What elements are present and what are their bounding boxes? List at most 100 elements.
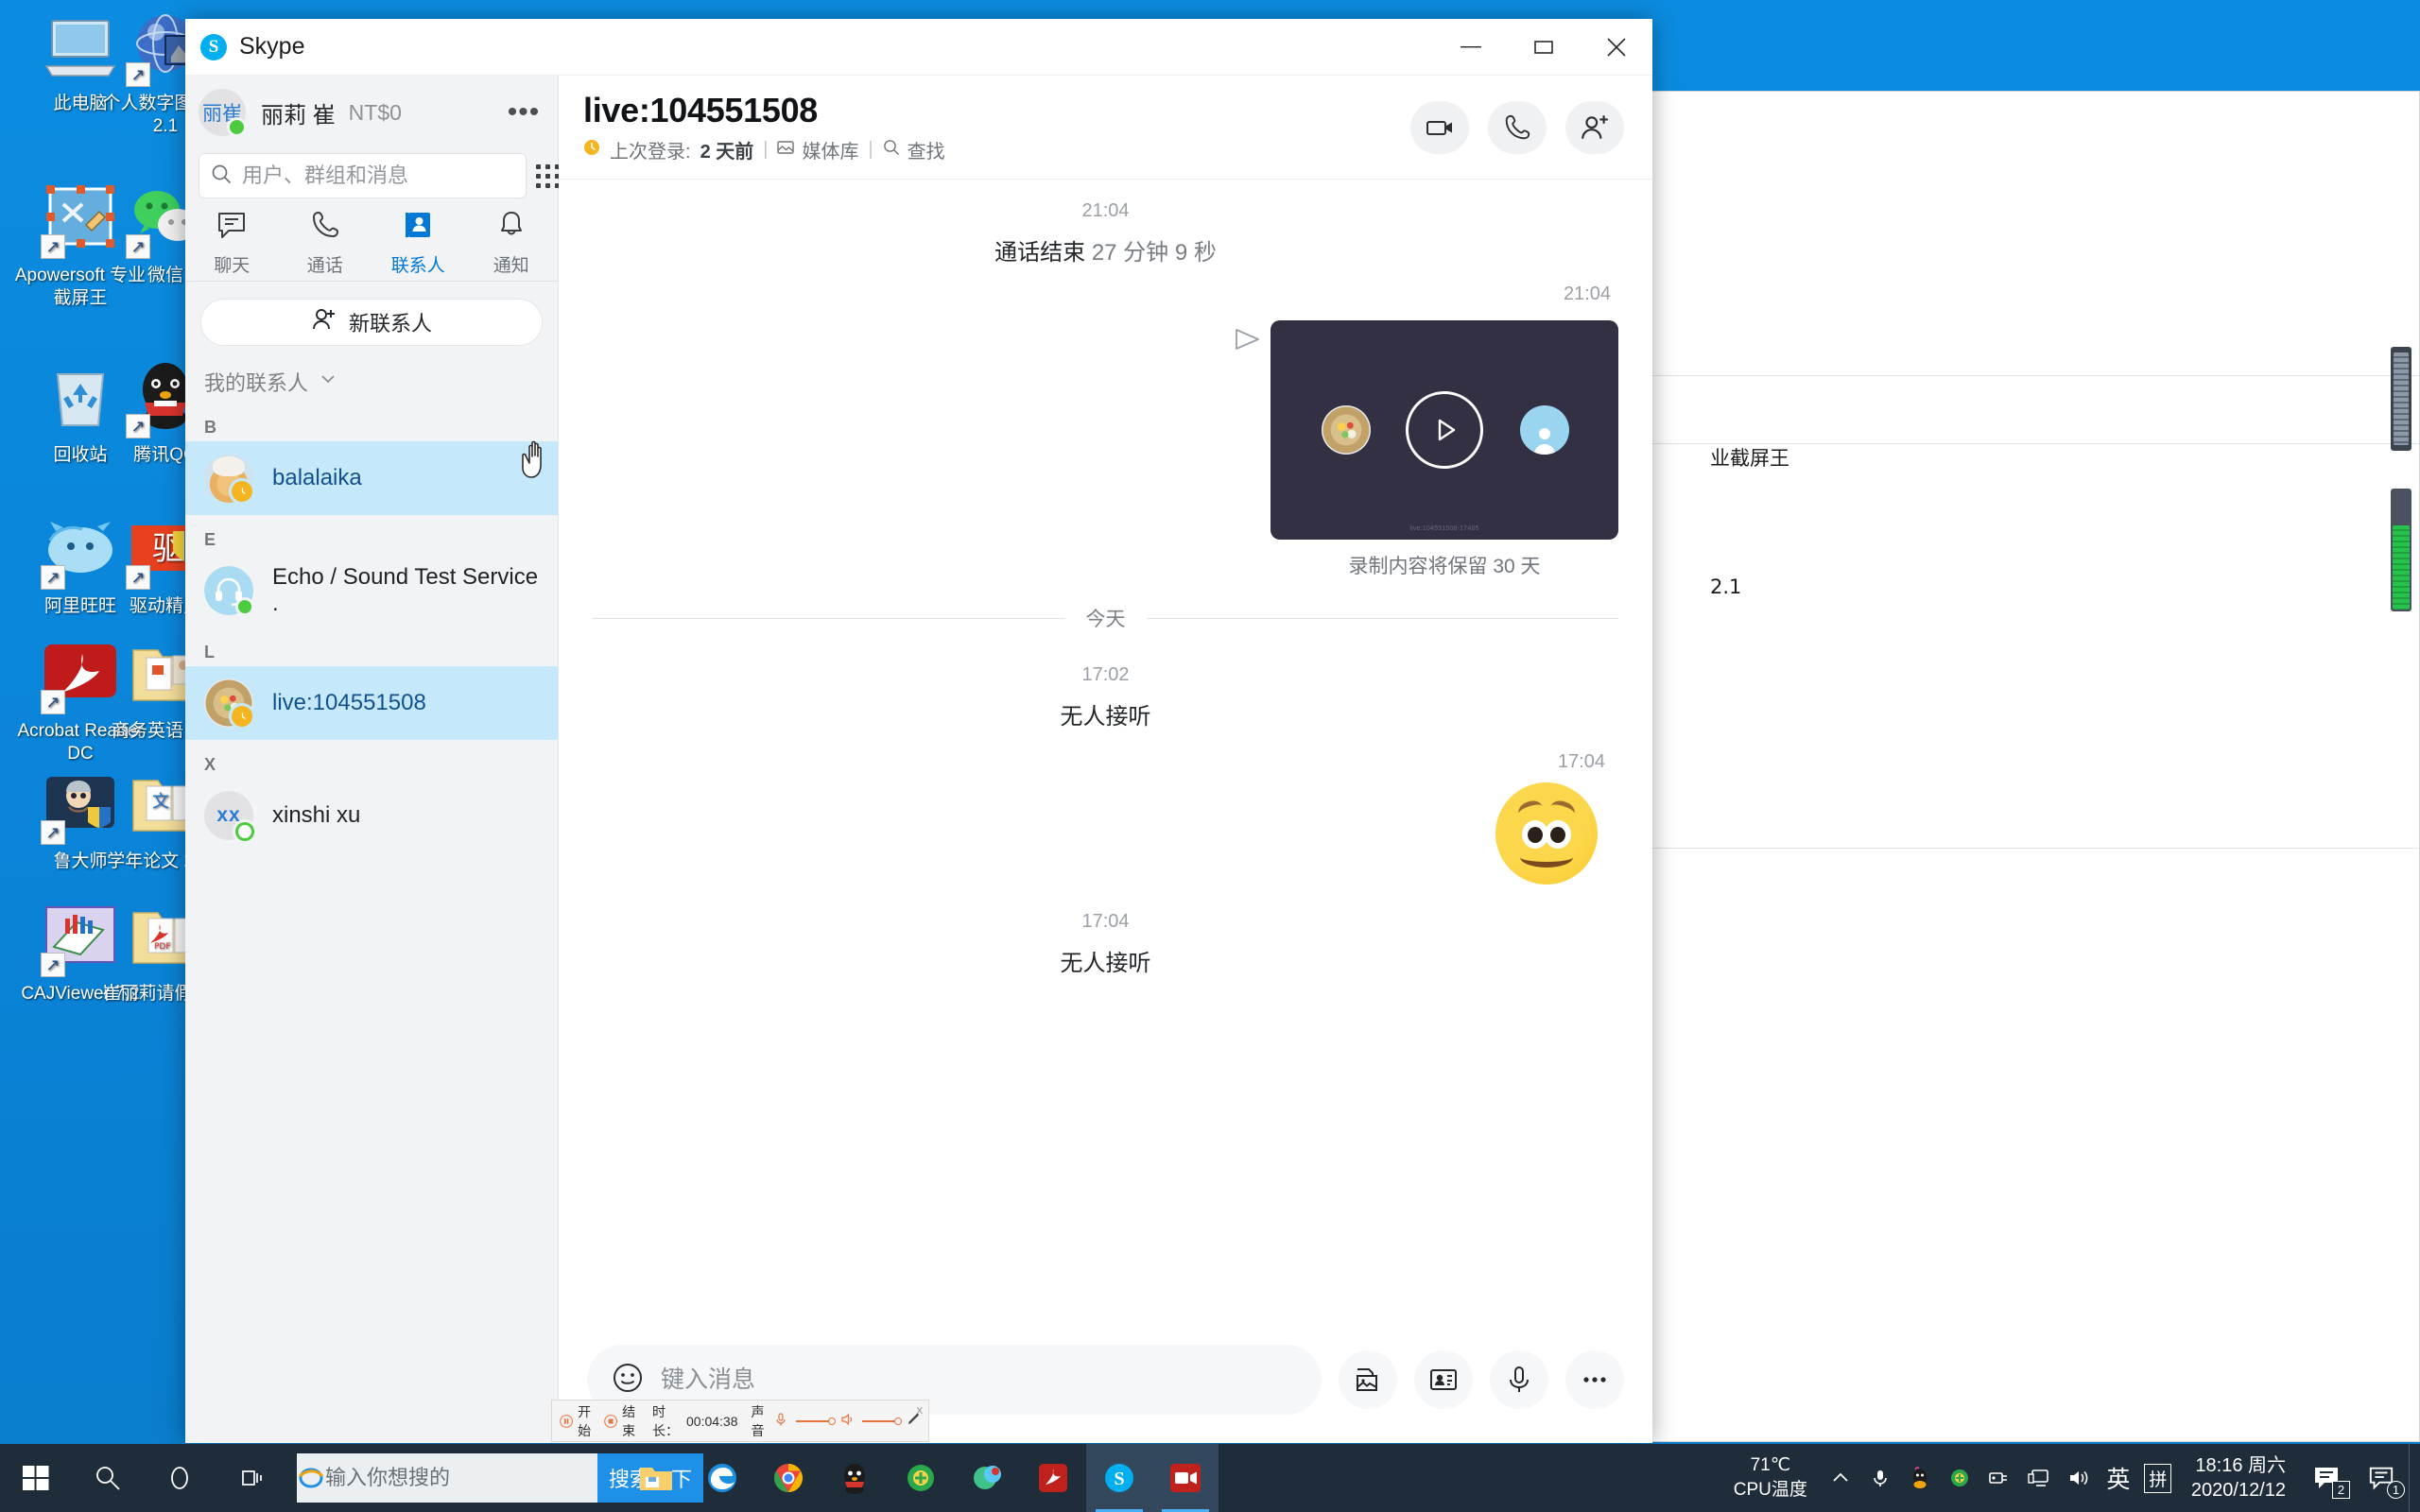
recorder-pause-button[interactable]: 开始 bbox=[560, 1402, 596, 1440]
emoji-message[interactable] bbox=[593, 782, 1618, 885]
message-timestamp: 21:04 bbox=[1563, 284, 1611, 304]
background-window-scrollbar-bottom[interactable] bbox=[2391, 489, 2411, 611]
shortcut-overlay-icon: ↗ bbox=[126, 62, 150, 87]
recorder-close-button[interactable]: x bbox=[917, 1402, 924, 1417]
ime-mode-indicator[interactable]: 拼 bbox=[2138, 1444, 2178, 1512]
my-contacts-dropdown[interactable]: 我的联系人 bbox=[185, 355, 558, 403]
chevron-up-icon[interactable] bbox=[1821, 1444, 1860, 1512]
tab-notifications[interactable]: 通知 bbox=[465, 198, 559, 281]
message-input[interactable] bbox=[661, 1366, 1297, 1394]
find-label: 查找 bbox=[907, 142, 945, 163]
contact-name: live:104551508 bbox=[272, 690, 426, 715]
more-options-button[interactable] bbox=[1565, 1350, 1624, 1409]
speaker-icon[interactable] bbox=[839, 1412, 855, 1430]
network-tray-icon[interactable] bbox=[1979, 1444, 2019, 1512]
day-divider: 今天 bbox=[593, 604, 1618, 632]
message-list[interactable]: 21:04 通话结束 27 分钟 9 秒 21:04 live:10455150… bbox=[559, 180, 1652, 1330]
microphone-icon[interactable] bbox=[773, 1412, 788, 1430]
recorder-duration-value: 00:04:38 bbox=[686, 1413, 738, 1429]
video-call-button[interactable] bbox=[1410, 100, 1469, 154]
tab-contacts[interactable]: 联系人 bbox=[372, 198, 465, 281]
display-tray-icon[interactable] bbox=[2019, 1444, 2059, 1512]
taskbar-search-icon[interactable] bbox=[72, 1444, 144, 1512]
minimize-button[interactable] bbox=[1434, 19, 1507, 76]
presence-away-clock-icon bbox=[229, 703, 255, 730]
screen-recorder-toolbar[interactable]: 开始 结束 时长： 00:04:38 声音 x bbox=[551, 1400, 929, 1442]
no-answer-message: 无人接听 bbox=[1060, 951, 1151, 976]
contact-row[interactable]: xx xinshi xu bbox=[185, 779, 558, 852]
clock-badge-icon bbox=[583, 139, 600, 162]
tab-chats-label: 聊天 bbox=[214, 255, 251, 276]
add-people-button[interactable] bbox=[1565, 100, 1624, 154]
taskbar-app-screen-recorder[interactable] bbox=[1152, 1444, 1219, 1512]
tab-calls[interactable]: 通话 bbox=[279, 198, 372, 281]
profile-avatar[interactable]: 丽崔 bbox=[199, 89, 247, 137]
contacts-book-icon bbox=[402, 209, 434, 246]
search-input[interactable] bbox=[242, 163, 514, 188]
contact-list[interactable]: Bbalalaika E Echo / Sound Test Service . Ll… bbox=[185, 403, 558, 1443]
profile-credit: NT$0 bbox=[348, 99, 402, 125]
profile-row[interactable]: 丽崔 丽莉 崔 NT$0 ••• bbox=[185, 76, 558, 149]
contact-avatar bbox=[204, 679, 255, 730]
search-box[interactable] bbox=[199, 153, 527, 198]
contact-avatar bbox=[204, 566, 254, 616]
smiley-icon[interactable] bbox=[612, 1362, 644, 1399]
taskbar-app-wps-office[interactable] bbox=[954, 1444, 1020, 1512]
recorder-sound-label: 声音 bbox=[751, 1403, 765, 1438]
microphone-volume-slider[interactable] bbox=[796, 1417, 837, 1425]
close-button[interactable] bbox=[1580, 19, 1652, 76]
play-button[interactable] bbox=[1406, 391, 1483, 469]
volume-tray-icon[interactable] bbox=[2059, 1444, 2099, 1512]
windows-start-icon[interactable] bbox=[0, 1444, 72, 1512]
taskbar-app-google-chrome[interactable] bbox=[755, 1444, 821, 1512]
shortcut-overlay-icon: ↗ bbox=[126, 234, 150, 259]
recorder-stop-button[interactable]: 结束 bbox=[604, 1402, 641, 1440]
cpu-temp-label: CPU温度 bbox=[1733, 1480, 1807, 1500]
360-tray-icon[interactable] bbox=[1940, 1444, 1979, 1512]
dialpad-icon[interactable] bbox=[536, 155, 560, 197]
taskbar-app-file-explorer[interactable] bbox=[623, 1444, 689, 1512]
taskbar-app-360-security[interactable] bbox=[888, 1444, 954, 1512]
tab-contacts-label: 联系人 bbox=[390, 255, 445, 276]
system-tray: 71℃ CPU温度 英 拼 18:16 周六 2020/12/12 2 1 bbox=[1720, 1444, 2420, 1512]
cpu-temperature-widget[interactable]: 71℃ CPU温度 bbox=[1720, 1453, 1821, 1503]
recorder-start-label: 开始 bbox=[578, 1403, 592, 1438]
contact-row[interactable]: balalaika bbox=[185, 441, 558, 515]
task-view-icon[interactable] bbox=[216, 1444, 287, 1512]
taskbar-app-skype[interactable]: S bbox=[1086, 1444, 1152, 1512]
taskbar-search-input[interactable] bbox=[325, 1466, 597, 1490]
action-center-button-1[interactable]: 2 bbox=[2299, 1444, 2354, 1512]
send-contact-button[interactable] bbox=[1414, 1350, 1473, 1409]
voice-message-button[interactable] bbox=[1490, 1350, 1548, 1409]
maximize-button[interactable] bbox=[1507, 19, 1580, 76]
audio-call-button[interactable] bbox=[1488, 100, 1547, 154]
shortcut-overlay-icon: ↗ bbox=[41, 820, 65, 845]
video-recording-card[interactable]: live:104551508-17465 bbox=[1270, 320, 1618, 540]
show-desktop-button[interactable] bbox=[2409, 1444, 2420, 1512]
gallery-link[interactable]: 媒体库 bbox=[777, 136, 858, 163]
ime-language-indicator[interactable]: 英 bbox=[2099, 1444, 2138, 1512]
action-center-button-2[interactable]: 1 bbox=[2354, 1444, 2409, 1512]
taskbar-app-tencent-qq[interactable] bbox=[821, 1444, 888, 1512]
speaker-volume-slider[interactable] bbox=[862, 1417, 902, 1425]
tab-chats[interactable]: 聊天 bbox=[185, 198, 279, 281]
ime-mode-label: 拼 bbox=[2144, 1463, 2172, 1493]
day-divider-label: 今天 bbox=[1085, 609, 1126, 630]
background-window-scrollbar-top[interactable] bbox=[2391, 347, 2411, 451]
contact-row[interactable]: live:104551508 bbox=[185, 666, 558, 740]
qq-tray-icon[interactable] bbox=[1900, 1444, 1940, 1512]
contact-row[interactable]: Echo / Sound Test Service . bbox=[185, 554, 558, 627]
taskbar-search-box[interactable]: 搜索一下 bbox=[297, 1453, 703, 1503]
search-icon bbox=[211, 163, 232, 189]
send-image-button[interactable] bbox=[1339, 1350, 1397, 1409]
new-contact-button[interactable]: 新联系人 bbox=[200, 299, 543, 346]
find-link[interactable]: 查找 bbox=[883, 136, 945, 163]
skype-title-bar[interactable]: S Skype bbox=[185, 19, 1652, 76]
cortana-circle-icon[interactable] bbox=[144, 1444, 216, 1512]
skype-window[interactable]: S Skype 丽崔 丽莉 崔 NT$0 ••• 用户、群组和消息 聊天 通话 … bbox=[185, 19, 1652, 1443]
microphone-tray-icon[interactable] bbox=[1860, 1444, 1900, 1512]
profile-more-button[interactable]: ••• bbox=[503, 92, 544, 133]
taskbar-app-acrobat-reader[interactable] bbox=[1020, 1444, 1086, 1512]
taskbar-app-microsoft-edge[interactable] bbox=[689, 1444, 755, 1512]
taskbar-clock[interactable]: 18:16 周六 2020/12/12 bbox=[2178, 1453, 2299, 1503]
